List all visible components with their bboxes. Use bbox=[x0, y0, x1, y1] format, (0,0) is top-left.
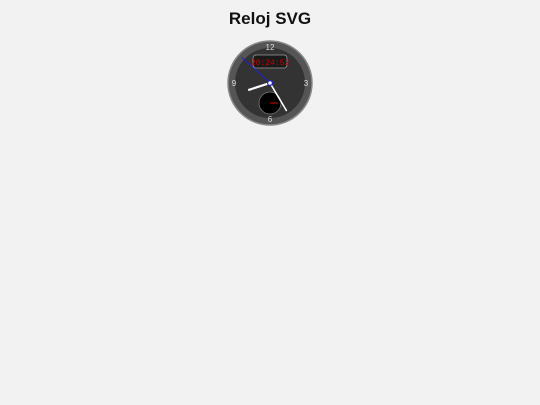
numeral-12: 12 bbox=[266, 43, 275, 52]
analog-clock: 12 3 6 9 20:24:52 bbox=[227, 40, 313, 126]
numeral-6: 6 bbox=[268, 115, 273, 124]
page: Reloj SVG 12 3 6 9 20:24:52 bbox=[0, 0, 540, 405]
clock-svg: 12 3 6 9 20:24:52 bbox=[227, 40, 313, 126]
center-pin bbox=[266, 79, 273, 86]
numeral-9: 9 bbox=[232, 79, 237, 88]
page-title: Reloj SVG bbox=[228, 9, 312, 28]
digital-time: 20:24:52 bbox=[251, 59, 290, 68]
numeral-3: 3 bbox=[304, 79, 309, 88]
